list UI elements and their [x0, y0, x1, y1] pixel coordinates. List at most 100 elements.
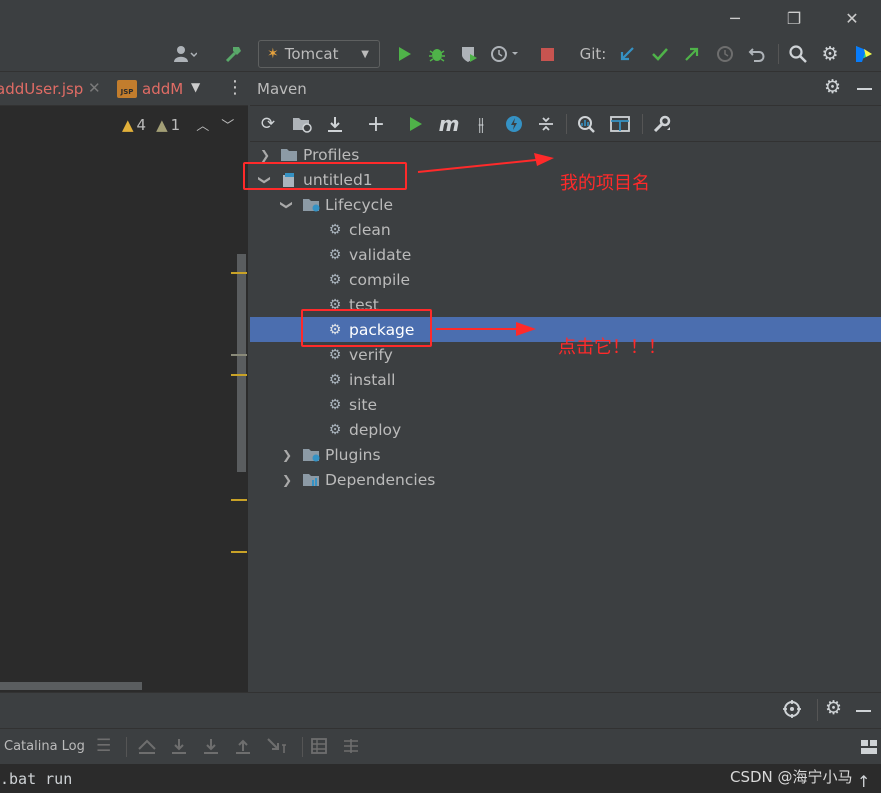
close-tab-icon[interactable]: ✕	[88, 79, 101, 97]
tree-node-label: site	[349, 395, 377, 414]
scroll-up-arrow-icon[interactable]: ↑	[857, 772, 870, 791]
upload-icon[interactable]	[234, 737, 252, 759]
build-hammer-icon[interactable]	[222, 43, 246, 65]
profiles-folder-icon	[280, 147, 298, 163]
tree-node-lifecycle[interactable]: ❯ Lifecycle	[250, 192, 881, 217]
settings-gear-icon[interactable]: ⚙	[819, 43, 841, 65]
scroll-to-end-icon[interactable]	[202, 737, 220, 759]
gear-icon: ⚙	[328, 221, 342, 238]
code-editor[interactable]: ▲ 4 ▲ 1 ︿ ﹀	[0, 106, 248, 692]
hide-panel-icon[interactable]	[857, 88, 872, 90]
generate-sources-icon[interactable]	[290, 113, 314, 135]
more-options-icon[interactable]: ⋮	[226, 77, 244, 98]
soft-wrap-icon[interactable]	[266, 737, 288, 759]
services-header: ⚙	[0, 692, 881, 728]
execute-goal-icon[interactable]: m	[437, 112, 461, 136]
error-stripe-marker[interactable]	[231, 354, 247, 356]
run-goal-icon[interactable]	[406, 113, 426, 135]
collapse-all-icon[interactable]	[536, 113, 556, 135]
git-push-icon[interactable]	[681, 43, 703, 65]
download-icon[interactable]	[170, 737, 188, 759]
maven-panel-header: Maven ⚙	[250, 72, 881, 106]
analyze-dependencies-icon[interactable]	[575, 113, 597, 135]
settings-gear-icon[interactable]: ⚙	[825, 697, 842, 719]
maven-panel-title: Maven	[257, 80, 307, 98]
gear-icon: ⚙	[328, 371, 342, 388]
run-config-selector[interactable]: ✶ Tomcat ▼	[258, 40, 380, 68]
history-icon[interactable]	[714, 43, 736, 65]
tree-node-label: install	[349, 370, 396, 389]
chevron-down-icon[interactable]: ▼	[191, 80, 200, 94]
hide-panel-icon[interactable]	[856, 710, 871, 712]
lifecycle-goal-clean[interactable]: ⚙ clean	[250, 217, 881, 242]
tab-catalina-log[interactable]: Catalina Log	[4, 739, 85, 754]
jetbrains-toolbox-icon[interactable]	[852, 43, 876, 65]
add-icon[interactable]: +	[366, 112, 386, 137]
show-diagram-icon[interactable]	[608, 113, 632, 135]
horizontal-scrollbar[interactable]	[0, 682, 142, 690]
locate-target-icon[interactable]	[782, 699, 802, 723]
account-icon[interactable]	[170, 43, 200, 65]
gear-icon: ⚙	[328, 246, 342, 263]
tree-node-label: Plugins	[325, 445, 381, 464]
git-commit-icon[interactable]	[649, 43, 671, 65]
vertical-scrollbar[interactable]	[237, 254, 246, 472]
main-toolbar: ✶ Tomcat ▼ Git: ⚙	[0, 36, 881, 72]
filter-icon[interactable]	[342, 737, 360, 759]
previous-highlight-icon[interactable]: ︿	[196, 115, 209, 134]
next-highlight-icon[interactable]: ﹀	[221, 115, 234, 134]
chevron-down-icon[interactable]: ❯	[280, 198, 294, 212]
annotation-box-project	[243, 162, 407, 190]
error-stripe-marker[interactable]	[231, 374, 247, 376]
close-window-button[interactable]: ✕	[832, 6, 872, 30]
scroll-up-icon[interactable]	[137, 737, 157, 759]
settings-gear-icon[interactable]: ⚙	[824, 76, 841, 98]
search-icon[interactable]	[787, 43, 809, 65]
toggle-offline-icon[interactable]: ⫲	[470, 113, 492, 135]
minimize-button[interactable]: ─	[715, 6, 755, 30]
maven-tree: ❯ Profiles ❯ untitled1 ❯ Lifecycle ⚙ cle…	[250, 142, 881, 692]
toolbar-divider	[817, 699, 818, 721]
tomcat-icon: ✶	[267, 46, 279, 62]
run-icon[interactable]	[395, 43, 415, 65]
reload-icon[interactable]: ⟳	[258, 113, 278, 135]
tree-node-label: compile	[349, 270, 411, 289]
profile-icon[interactable]	[488, 43, 522, 65]
download-sources-icon[interactable]	[324, 113, 346, 135]
tree-node-label: Lifecycle	[325, 195, 393, 214]
lifecycle-goal-deploy[interactable]: ⚙ deploy	[250, 417, 881, 442]
tab-label: addUser.jsp	[0, 80, 84, 98]
lifecycle-goal-install[interactable]: ⚙ install	[250, 367, 881, 392]
editor-tab-bar: addUser.jsp ✕ JSP addM ▼ ⋮	[0, 72, 248, 106]
lifecycle-goal-validate[interactable]: ⚙ validate	[250, 242, 881, 267]
chevron-right-icon[interactable]: ❯	[258, 148, 272, 162]
coverage-icon[interactable]	[458, 43, 480, 65]
error-stripe-marker[interactable]	[231, 272, 247, 274]
console-output[interactable]: .bat run CSDN @海宁小马 ↑	[0, 764, 881, 793]
annotation-arrow-icon	[417, 153, 554, 173]
lifecycle-goal-compile[interactable]: ⚙ compile	[250, 267, 881, 292]
build-tool-settings-icon[interactable]	[650, 113, 674, 135]
gear-icon: ⚙	[328, 396, 342, 413]
inspection-widget[interactable]: ▲ 4 ▲ 1 ︿ ﹀	[122, 115, 234, 135]
debug-icon[interactable]	[426, 43, 448, 65]
warnings-count: 4	[136, 115, 147, 134]
tree-node-plugins[interactable]: ❯ Plugins	[250, 442, 881, 467]
toolbar-divider	[778, 44, 779, 64]
error-stripe-marker[interactable]	[231, 499, 247, 501]
menu-lines-icon[interactable]: ☰	[96, 736, 111, 756]
error-stripe-marker[interactable]	[231, 551, 247, 553]
rollback-icon[interactable]	[746, 43, 768, 65]
layout-icon[interactable]	[860, 739, 878, 759]
tree-node-label: Dependencies	[325, 470, 436, 489]
tree-node-dependencies[interactable]: ❯ Dependencies	[250, 467, 881, 492]
chevron-right-icon[interactable]: ❯	[280, 473, 294, 487]
lifecycle-goal-site[interactable]: ⚙ site	[250, 392, 881, 417]
skip-tests-icon[interactable]	[503, 113, 525, 135]
chevron-right-icon[interactable]: ❯	[280, 448, 294, 462]
table-view-icon[interactable]	[310, 737, 328, 759]
stop-icon[interactable]	[538, 43, 556, 65]
tree-node-label: validate	[349, 245, 412, 264]
restore-button[interactable]: ❐	[774, 6, 814, 30]
git-update-icon[interactable]	[616, 43, 638, 65]
